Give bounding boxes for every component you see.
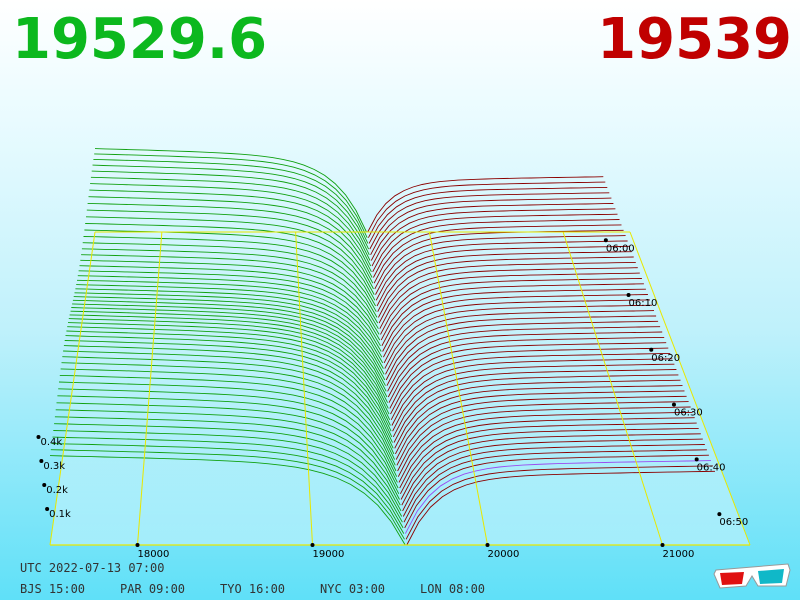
depth-tick-label: 0.3k (43, 461, 65, 472)
tz-bjs: BJS 15:00 (20, 582, 86, 596)
time-tick-label: 06:10 (629, 298, 658, 309)
tz-lon: LON 08:00 (420, 582, 486, 596)
tz-nyc: NYC 03:00 (320, 582, 386, 596)
depth-tick-label: 0.2k (46, 485, 68, 496)
price-tick (485, 543, 490, 547)
time-tick (649, 347, 654, 352)
time-tick-label: 06:30 (674, 408, 703, 419)
time-tick-label: 06:50 (719, 517, 748, 528)
time-tick (671, 402, 676, 407)
3d-glasses-icon[interactable] (712, 560, 792, 592)
time-tick-label: 06:00 (606, 243, 635, 254)
utc-time: UTC 2022-07-13 07:00 (20, 561, 165, 575)
time-tick (603, 238, 608, 243)
bid-depth-line (94, 148, 367, 233)
price-tick (135, 543, 140, 547)
tz-par: PAR 09:00 (120, 582, 186, 596)
depth-tick-label: 0.1k (49, 509, 71, 520)
price-tick-label: 20000 (488, 549, 520, 560)
time-tick (694, 457, 699, 462)
depth-chart: 18000 19000 20000 21000 0.1k 0.2k 0.3k 0.4k 06:0… (36, 148, 751, 560)
tz-tyo: TYO 16:00 (220, 582, 286, 596)
time-tick (717, 512, 722, 517)
price-tick (310, 543, 315, 547)
depth-tick-label: 0.4k (40, 437, 62, 448)
time-tick-label: 06:20 (651, 353, 680, 364)
time-tick (626, 293, 631, 298)
price-tick-label: 18000 (138, 549, 170, 560)
price-tick (660, 543, 665, 547)
price-tick-label: 21000 (663, 549, 695, 560)
time-tick-label: 06:40 (697, 462, 726, 473)
price-tick-label: 19000 (313, 549, 345, 560)
